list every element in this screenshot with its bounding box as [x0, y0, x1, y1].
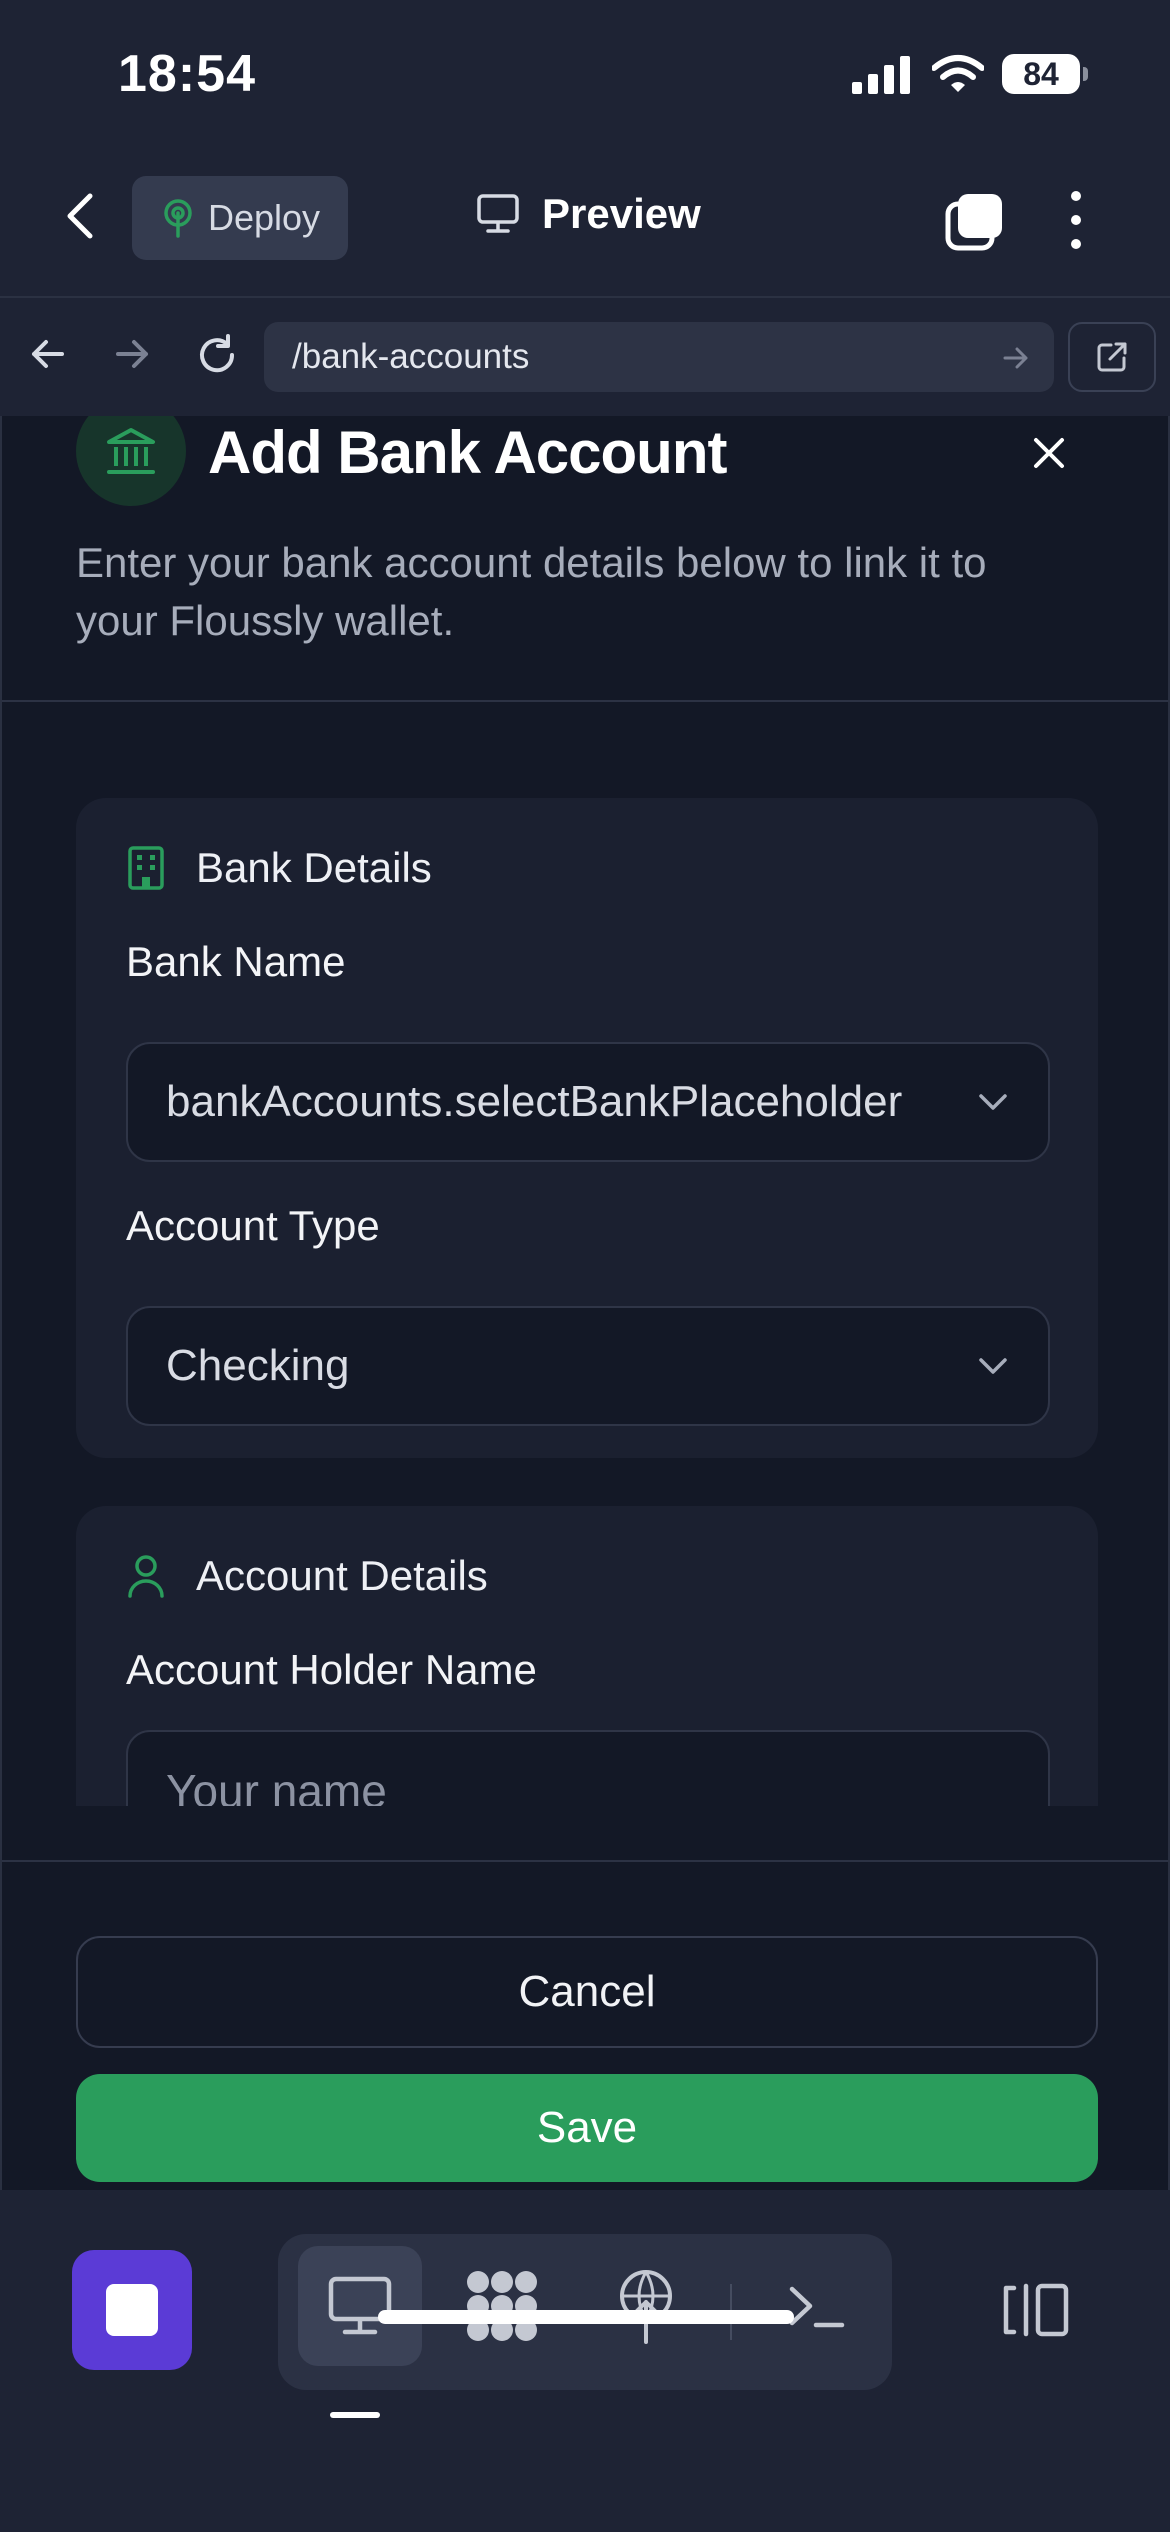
more-vertical-icon[interactable] — [1064, 188, 1088, 252]
account-type-select[interactable]: Checking — [126, 1306, 1050, 1426]
bank-icon — [104, 424, 158, 478]
account-holder-label: Account Holder Name — [126, 1646, 537, 1693]
dock-preview-tab[interactable] — [298, 2246, 422, 2366]
browser-back-icon[interactable] — [28, 334, 68, 374]
dialog-header: Add Bank Account Enter your bank account… — [2, 416, 1168, 702]
signal-icon — [852, 54, 914, 94]
status-icons: 84 — [852, 54, 1088, 94]
dock-apps-tab[interactable] — [440, 2246, 564, 2366]
footer-divider — [2, 1860, 1168, 1862]
bank-details-label: Bank Details — [196, 844, 432, 891]
deploy-label: Deploy — [208, 197, 321, 238]
cancel-button[interactable]: Cancel — [76, 1936, 1098, 2048]
home-indicator — [378, 2310, 794, 2324]
browser-bar: /bank-accounts — [0, 296, 1170, 416]
panel-toggle-icon[interactable] — [1000, 2280, 1072, 2340]
preview-label: Preview — [542, 190, 701, 237]
monitor-icon — [476, 193, 520, 235]
bank-details-card: Bank Details Bank Name bankAccounts.sele… — [76, 798, 1098, 1458]
reload-icon[interactable] — [194, 332, 240, 378]
account-holder-placeholder: Your name — [166, 1765, 387, 1806]
app-toolbar: Deploy Preview — [0, 160, 1170, 296]
bank-details-heading: Bank Details — [126, 844, 432, 892]
bank-badge — [76, 416, 186, 506]
account-details-label: Account Details — [196, 1552, 488, 1599]
browser-forward-icon[interactable] — [112, 334, 152, 374]
wifi-icon — [932, 54, 984, 94]
bank-name-select[interactable]: bankAccounts.selectBankPlaceholder — [126, 1042, 1050, 1162]
deploy-icon — [616, 2268, 676, 2344]
bottom-dock — [0, 2190, 1170, 2532]
battery-icon: 84 — [1002, 54, 1088, 94]
save-button[interactable]: Save — [76, 2074, 1098, 2182]
close-icon[interactable] — [1032, 436, 1066, 470]
bank-name-label: Bank Name — [126, 938, 346, 985]
tabs-icon[interactable] — [944, 190, 1006, 252]
account-type-label: Account Type — [126, 1202, 380, 1249]
add-bank-account-dialog: Add Bank Account Enter your bank account… — [0, 416, 1170, 2190]
status-time: 18:54 — [118, 45, 256, 103]
stop-icon — [106, 2284, 158, 2336]
active-tab-indicator — [330, 2412, 380, 2418]
account-holder-input[interactable]: Your name — [126, 1730, 1050, 1806]
dock-terminal-tab[interactable] — [754, 2246, 878, 2366]
url-text: /bank-accounts — [292, 337, 530, 376]
url-field[interactable]: /bank-accounts — [264, 322, 1054, 392]
account-type-value: Checking — [166, 1341, 350, 1390]
deploy-button[interactable]: Deploy — [132, 176, 348, 260]
account-details-card: Account Details Account Holder Name Your… — [76, 1506, 1098, 1806]
grid-dots-icon — [464, 2268, 540, 2344]
user-icon — [126, 1553, 166, 1599]
stop-button[interactable] — [72, 2250, 192, 2370]
deploy-icon — [160, 198, 196, 238]
preview-tab[interactable]: Preview — [476, 190, 701, 238]
dialog-description: Enter your bank account details below to… — [76, 539, 987, 644]
dock-deploy-tab[interactable] — [584, 2246, 708, 2366]
chevron-down-icon — [978, 1093, 1008, 1111]
chevron-down-icon — [978, 1357, 1008, 1375]
monitor-icon — [327, 2275, 393, 2337]
bank-name-value: bankAccounts.selectBankPlaceholder — [166, 1077, 903, 1126]
building-icon — [126, 845, 166, 891]
account-details-heading: Account Details — [126, 1552, 488, 1600]
back-chevron-icon[interactable] — [62, 188, 98, 244]
open-external-button[interactable] — [1068, 322, 1156, 392]
dialog-title: Add Bank Account — [208, 419, 727, 486]
terminal-icon — [786, 2281, 846, 2331]
external-link-icon — [1095, 340, 1129, 374]
url-go-icon[interactable] — [1002, 344, 1030, 372]
